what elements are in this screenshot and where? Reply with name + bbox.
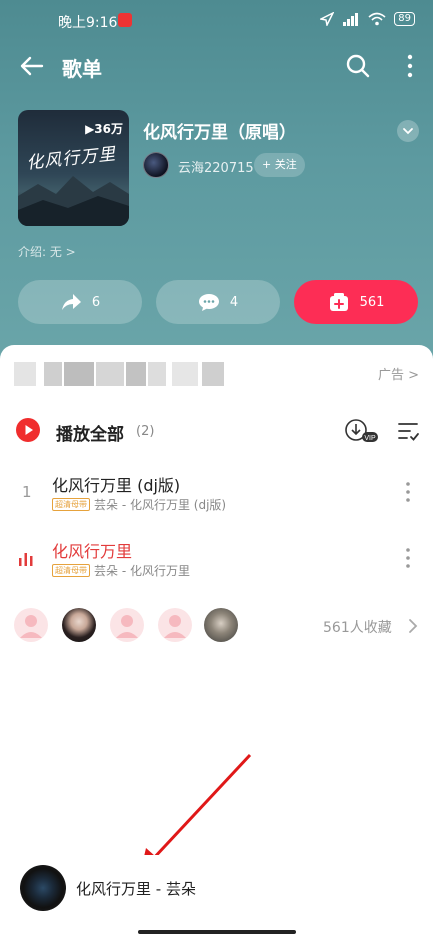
red-annotation-arrow (140, 753, 252, 874)
mini-player-disc[interactable] (20, 865, 66, 911)
mini-player-title[interactable]: 化风行万里 - 芸朵 (76, 878, 196, 899)
home-indicator[interactable] (138, 930, 296, 934)
